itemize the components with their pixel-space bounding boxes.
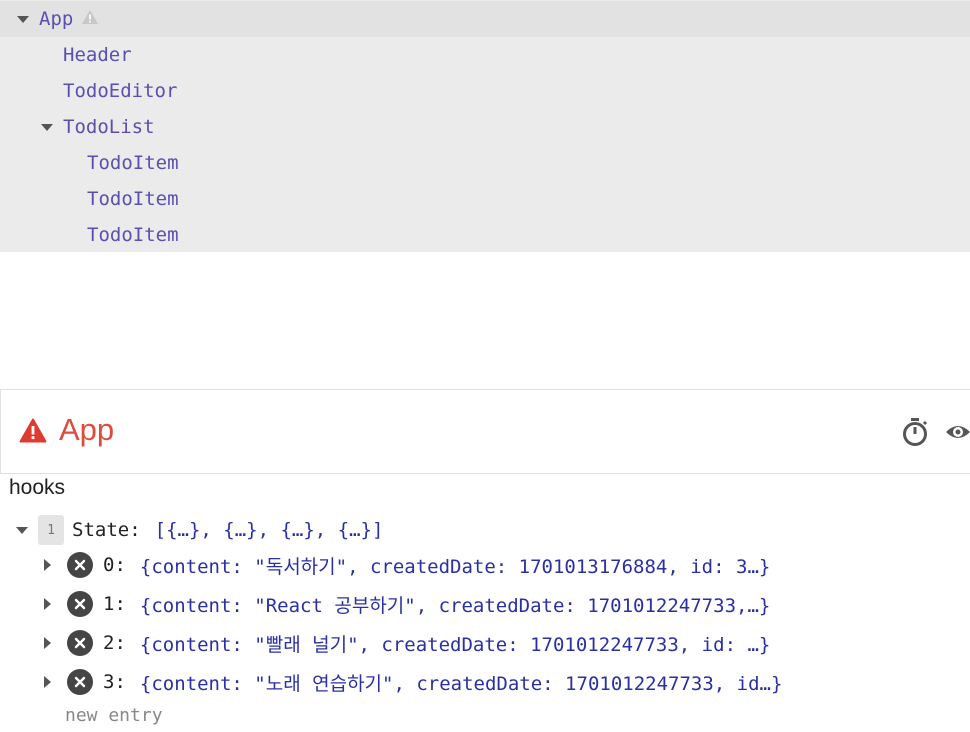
state-key: State: bbox=[72, 519, 141, 541]
tree-node-todoitem[interactable]: TodoItem bbox=[0, 217, 970, 253]
entry-value[interactable]: {content: "독서하기", createdDate: 170101317… bbox=[140, 552, 770, 579]
entry-key: 1: bbox=[103, 593, 126, 615]
collapse-caret-icon[interactable] bbox=[17, 15, 29, 23]
remove-entry-icon[interactable] bbox=[67, 630, 93, 656]
tree-node-todoeditor[interactable]: TodoEditor bbox=[0, 73, 970, 109]
tree-node-label: Header bbox=[63, 44, 132, 66]
tree-node-label: TodoItem bbox=[87, 224, 179, 246]
entry-value[interactable]: {content: "React 공부하기", createdDate: 170… bbox=[140, 591, 770, 618]
eye-icon[interactable] bbox=[945, 421, 970, 447]
new-entry-input[interactable]: new entry bbox=[65, 705, 163, 726]
stopwatch-icon[interactable] bbox=[901, 417, 929, 451]
tree-node-todolist[interactable]: TodoList bbox=[0, 109, 970, 145]
state-entry-row[interactable]: 3: {content: "노래 연습하기", createdDate: 170… bbox=[44, 665, 782, 699]
entry-value[interactable]: {content: "노래 연습하기", createdDate: 170101… bbox=[140, 669, 783, 696]
selected-component-name: App bbox=[59, 412, 115, 447]
collapse-caret-icon[interactable] bbox=[41, 123, 53, 131]
warning-icon bbox=[19, 418, 47, 442]
component-tree: App Header TodoEditor TodoList TodoItem … bbox=[0, 0, 970, 252]
tree-node-label: App bbox=[39, 8, 74, 30]
entry-key: 3: bbox=[103, 671, 126, 693]
hooks-section-label: hooks bbox=[9, 476, 66, 499]
expand-caret-icon[interactable] bbox=[44, 598, 51, 610]
expand-caret-icon[interactable] bbox=[44, 676, 51, 688]
state-entry-row[interactable]: 2: {content: "빨래 널기", createdDate: 17010… bbox=[44, 626, 770, 660]
entry-value[interactable]: {content: "빨래 널기", createdDate: 17010122… bbox=[140, 630, 770, 657]
inspector-title: App bbox=[19, 412, 114, 448]
expand-caret-icon[interactable] bbox=[44, 559, 51, 571]
tree-node-label: TodoEditor bbox=[63, 80, 178, 102]
tree-node-header[interactable]: Header bbox=[0, 37, 970, 73]
warning-icon bbox=[81, 8, 99, 30]
state-entry-row[interactable]: 0: {content: "독서하기", createdDate: 170101… bbox=[44, 548, 770, 582]
panel-divider bbox=[0, 473, 970, 474]
hook-index-badge: 1 bbox=[38, 515, 64, 545]
remove-entry-icon[interactable] bbox=[67, 591, 93, 617]
inspector-header: App bbox=[0, 390, 970, 473]
collapse-caret-icon[interactable] bbox=[16, 526, 28, 534]
remove-entry-icon[interactable] bbox=[67, 552, 93, 578]
expand-caret-icon[interactable] bbox=[44, 637, 51, 649]
tree-node-label: TodoItem bbox=[87, 152, 179, 174]
tree-node-label: TodoItem bbox=[87, 188, 179, 210]
remove-entry-icon[interactable] bbox=[67, 669, 93, 695]
state-value-summary[interactable]: [{…}, {…}, {…}, {…}] bbox=[155, 519, 384, 541]
tree-node-label: TodoList bbox=[63, 116, 155, 138]
tree-node-todoitem[interactable]: TodoItem bbox=[0, 181, 970, 217]
state-entry-row[interactable]: 1: {content: "React 공부하기", createdDate: … bbox=[44, 587, 770, 621]
tree-node-todoitem[interactable]: TodoItem bbox=[0, 145, 970, 181]
state-hook-row[interactable]: 1 State: [{…}, {…}, {…}, {…}] bbox=[16, 514, 383, 546]
tree-node-app[interactable]: App bbox=[0, 1, 970, 37]
entry-key: 0: bbox=[103, 554, 126, 576]
entry-key: 2: bbox=[103, 632, 126, 654]
